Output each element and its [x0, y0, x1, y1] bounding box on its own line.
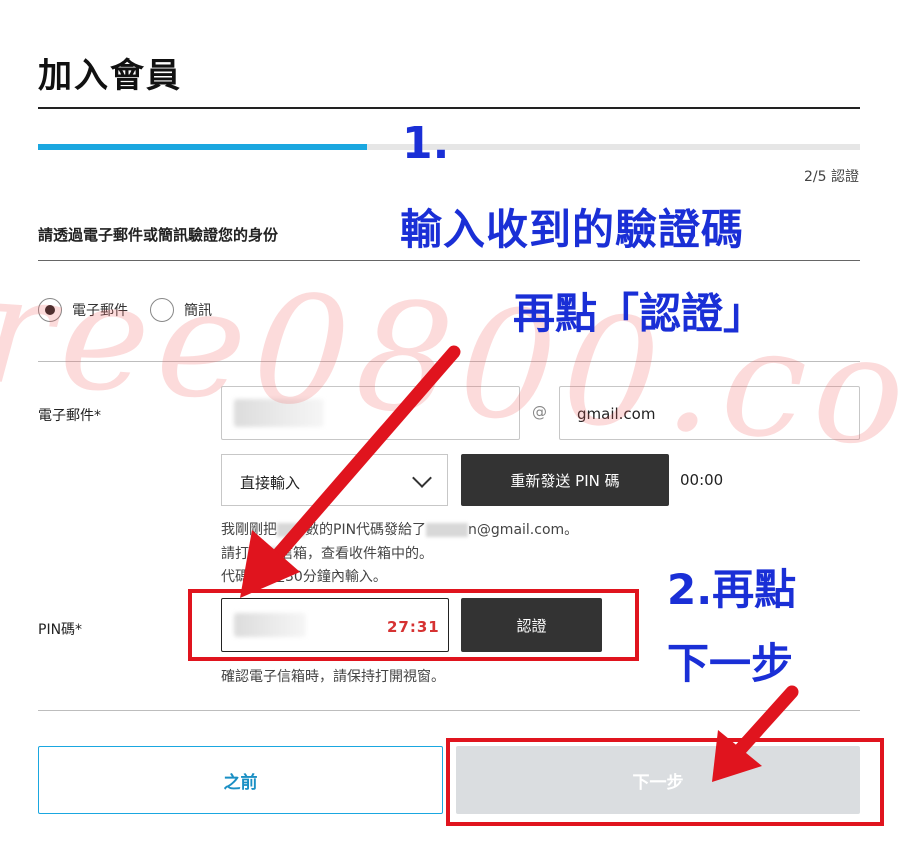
arrow-to-pin-icon: [240, 345, 461, 598]
arrow-to-next-icon: [712, 685, 799, 782]
annotation-step2-line2: 下一步: [667, 639, 794, 688]
annotation-step1-line1: 輸入收到的驗證碼: [400, 205, 745, 254]
annotation-step1-number: 1.: [402, 118, 450, 169]
annotation-step2-line1: 2.再點: [667, 565, 797, 614]
annotation-arrows: [240, 345, 799, 782]
annotation-step1-line2: 再點「認證」: [513, 289, 766, 338]
